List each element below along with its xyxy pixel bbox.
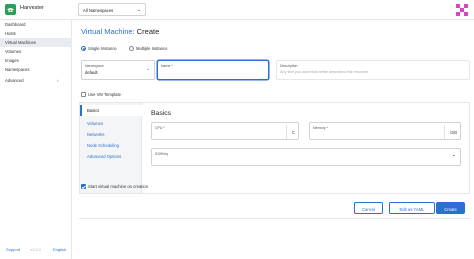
multiple-instance-label[interactable]: Multiple Instance bbox=[136, 46, 167, 51]
tab-volumes[interactable]: Volumes bbox=[80, 118, 142, 129]
use-vm-template-label[interactable]: Use VM Template bbox=[88, 92, 121, 97]
description-input[interactable]: Description Any text you want that bette… bbox=[276, 60, 470, 80]
namespace-label: Namespace bbox=[85, 64, 104, 68]
page-title-action: Create bbox=[136, 27, 160, 36]
sidebar-item-hosts[interactable]: Hosts bbox=[0, 29, 72, 38]
name-input[interactable]: Name * bbox=[157, 60, 269, 80]
create-button[interactable]: Create bbox=[436, 202, 465, 214]
page-title: Virtual Machine: Create bbox=[81, 27, 159, 36]
tab-advanced-options[interactable]: Advanced Options bbox=[80, 151, 142, 162]
ssh-key-select[interactable]: SSHKey ⌄ bbox=[151, 148, 461, 166]
sidebar-item-label: Namespaces bbox=[5, 67, 30, 72]
tab-networks[interactable]: Networks bbox=[80, 129, 142, 140]
namespace-select[interactable]: All Namespaces ⌄ bbox=[78, 3, 146, 16]
ssh-key-label: SSHKey bbox=[155, 152, 169, 156]
tab-node-scheduling[interactable]: Node Scheduling bbox=[80, 140, 142, 151]
sidebar-item-images[interactable]: Images bbox=[0, 56, 72, 65]
edit-as-yaml-button[interactable]: Edit as YAML bbox=[389, 202, 435, 214]
namespace-select-value: All Namespaces bbox=[83, 7, 114, 13]
harvester-logo-icon[interactable] bbox=[5, 4, 16, 15]
sidebar-item-label: Dashboard bbox=[5, 22, 26, 27]
memory-label: Memory * bbox=[313, 126, 328, 130]
sidebar-item-dashboard[interactable]: Dashboard bbox=[0, 20, 72, 29]
sidebar-item-volumes[interactable]: Volumes bbox=[0, 47, 72, 56]
sidebar: Dashboard Hosts Virtual Machines Volumes… bbox=[0, 20, 72, 259]
sidebar-item-label: Virtual Machines bbox=[5, 40, 36, 45]
start-on-creation-label[interactable]: Start virtual machine on creation bbox=[88, 184, 148, 189]
basics-section-title: Basics bbox=[151, 110, 172, 117]
user-avatar-icon[interactable] bbox=[456, 4, 468, 16]
vm-config-tabs-panel: Basics Volumes Networks Node Scheduling … bbox=[79, 102, 470, 194]
memory-input[interactable]: Memory * GiB bbox=[309, 122, 461, 140]
top-bar: Harvester All Namespaces ⌄ bbox=[0, 0, 474, 20]
sidebar-item-label: Hosts bbox=[5, 31, 16, 36]
sidebar-item-label: Images bbox=[5, 58, 19, 63]
sidebar-item-namespaces[interactable]: Namespaces bbox=[0, 65, 72, 74]
cpu-label: CPU * bbox=[155, 126, 165, 130]
cpu-unit: C bbox=[291, 130, 295, 135]
chevron-down-icon: ⌄ bbox=[451, 152, 456, 158]
multiple-instance-radio[interactable] bbox=[129, 46, 134, 51]
memory-unit: GiB bbox=[450, 130, 457, 135]
use-vm-template-checkbox[interactable] bbox=[81, 92, 86, 97]
sidebar-item-virtual-machines[interactable]: Virtual Machines bbox=[0, 38, 72, 47]
language-selector[interactable]: English bbox=[53, 247, 66, 252]
page-title-prefix: Virtual Machine: bbox=[81, 27, 135, 36]
tab-list: Basics Volumes Networks Node Scheduling … bbox=[80, 103, 142, 193]
single-instance-label[interactable]: Single Instance bbox=[88, 46, 117, 51]
chevron-right-icon: › bbox=[57, 77, 59, 83]
main-content: Virtual Machine: Create Single Instance … bbox=[72, 20, 474, 259]
version-label: v1.0.0 bbox=[30, 247, 41, 252]
footer-divider bbox=[79, 218, 470, 219]
sidebar-item-label: Advanced bbox=[5, 78, 24, 83]
cpu-input[interactable]: CPU * C bbox=[151, 122, 299, 140]
namespace-value: default bbox=[85, 69, 98, 75]
description-placeholder: Any text you want that better describes … bbox=[280, 69, 369, 74]
cancel-button[interactable]: Cancel bbox=[354, 202, 383, 214]
start-on-creation-checkbox[interactable] bbox=[81, 184, 86, 189]
brand-name: Harvester bbox=[20, 5, 44, 11]
unit-divider bbox=[286, 125, 287, 139]
sidebar-item-label: Volumes bbox=[5, 49, 22, 54]
support-link[interactable]: Support bbox=[6, 247, 20, 252]
sidebar-item-advanced[interactable]: Advanced › bbox=[0, 76, 72, 85]
tab-basics[interactable]: Basics bbox=[80, 105, 142, 116]
chevron-down-icon: ⌄ bbox=[136, 7, 141, 13]
name-label: Name * bbox=[161, 64, 173, 68]
namespace-select-field[interactable]: Namespace default ⌄ bbox=[81, 60, 155, 80]
sidebar-footer: Support v1.0.0 English bbox=[0, 245, 72, 257]
description-label: Description bbox=[280, 64, 298, 68]
chevron-down-icon: ⌄ bbox=[145, 66, 150, 72]
unit-divider bbox=[444, 125, 445, 139]
single-instance-radio[interactable] bbox=[81, 46, 86, 51]
